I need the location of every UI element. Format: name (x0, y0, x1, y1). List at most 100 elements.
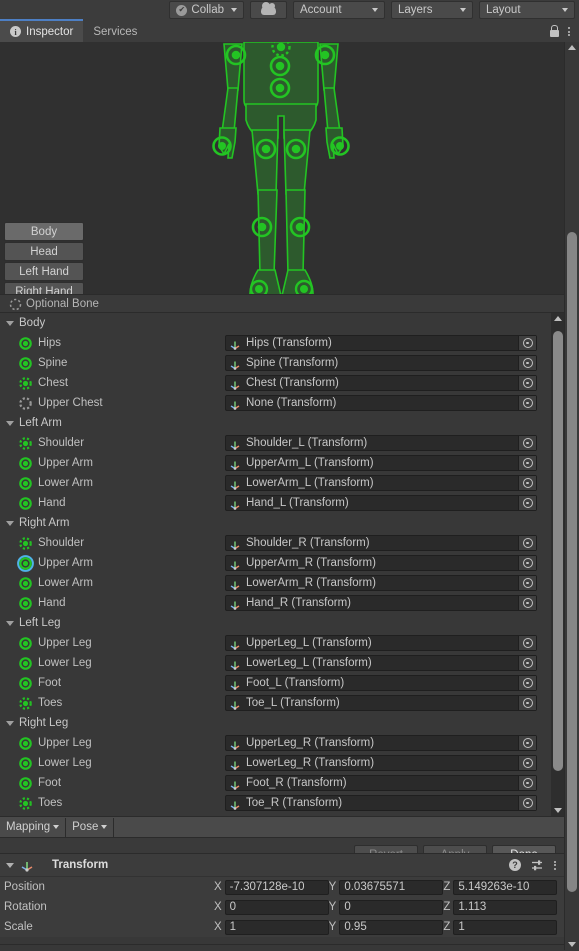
bone-row[interactable]: Upper Leg UpperLeg_L (Transform) (0, 633, 551, 653)
bone-object-field[interactable]: Hand_R (Transform) (225, 595, 537, 611)
object-picker-button[interactable] (518, 556, 536, 570)
bone-object-field[interactable]: LowerArm_R (Transform) (225, 575, 537, 591)
bone-row[interactable]: Toes Toe_L (Transform) (0, 693, 551, 713)
bone-row[interactable]: Lower Leg LowerLeg_R (Transform) (0, 753, 551, 773)
bone-state-toggle[interactable] (17, 675, 34, 692)
help-icon[interactable]: ? (509, 859, 521, 871)
layers-button[interactable]: Layers (391, 1, 473, 19)
bone-row[interactable]: Shoulder Shoulder_L (Transform) (0, 433, 551, 453)
bone-state-toggle[interactable] (17, 495, 34, 512)
bone-list-scrollbar[interactable] (551, 313, 565, 816)
transform-x-field[interactable]: 0 (224, 899, 329, 915)
object-picker-button[interactable] (518, 796, 536, 810)
category-button-left-hand[interactable]: Left Hand (4, 262, 84, 281)
bone-state-toggle[interactable] (17, 795, 34, 812)
bone-row[interactable]: Chest Chest (Transform) (0, 373, 551, 393)
bone-row[interactable]: Upper Arm UpperArm_R (Transform) (0, 553, 551, 573)
transform-x-field[interactable]: -7.307128e-10 (224, 879, 329, 895)
transform-y-field[interactable]: 0.95 (339, 919, 444, 935)
bone-object-field[interactable]: UpperLeg_L (Transform) (225, 635, 537, 651)
bone-row[interactable]: Shoulder Shoulder_R (Transform) (0, 533, 551, 553)
bone-row[interactable]: Toes Toe_R (Transform) (0, 793, 551, 813)
bone-object-field[interactable]: Foot_L (Transform) (225, 675, 537, 691)
bone-object-field[interactable]: Shoulder_L (Transform) (225, 435, 537, 451)
bone-state-toggle[interactable] (17, 455, 34, 472)
bone-state-toggle[interactable] (17, 395, 34, 412)
kebab-menu-icon[interactable] (568, 27, 570, 36)
bone-state-toggle[interactable] (17, 775, 34, 792)
bone-object-field[interactable]: Spine (Transform) (225, 355, 537, 371)
object-picker-button[interactable] (518, 776, 536, 790)
bone-object-field[interactable]: Shoulder_R (Transform) (225, 535, 537, 551)
tab-services[interactable]: Services (83, 21, 147, 42)
preset-settings-icon[interactable] (531, 859, 544, 872)
bone-row[interactable]: Foot Foot_L (Transform) (0, 673, 551, 693)
account-button[interactable]: Account (293, 1, 385, 19)
category-button-body[interactable]: Body (4, 222, 84, 241)
bone-object-field[interactable]: UpperArm_R (Transform) (225, 555, 537, 571)
bone-object-field[interactable]: Toe_L (Transform) (225, 695, 537, 711)
scroll-down-arrow-icon[interactable] (568, 942, 576, 947)
collapse-triangle-icon[interactable] (6, 320, 14, 326)
avatar-preview[interactable]: Body Head Left Hand Right Hand (0, 42, 565, 294)
lock-icon[interactable] (550, 24, 559, 37)
object-picker-button[interactable] (518, 756, 536, 770)
bone-state-toggle[interactable] (17, 635, 34, 652)
layout-button[interactable]: Layout (479, 1, 575, 19)
inspector-scrollbar[interactable] (564, 42, 579, 950)
bone-state-toggle[interactable] (17, 535, 34, 552)
object-picker-button[interactable] (518, 656, 536, 670)
object-picker-button[interactable] (518, 636, 536, 650)
object-picker-button[interactable] (518, 536, 536, 550)
scrollbar-thumb[interactable] (553, 331, 563, 771)
object-picker-button[interactable] (518, 476, 536, 490)
bone-object-field[interactable]: LowerLeg_R (Transform) (225, 755, 537, 771)
avatar-humanoid-figure[interactable] (0, 42, 565, 294)
bone-row[interactable]: Lower Arm LowerArm_R (Transform) (0, 573, 551, 593)
object-picker-button[interactable] (518, 596, 536, 610)
transform-z-field[interactable]: 1.113 (453, 899, 558, 915)
object-picker-button[interactable] (518, 396, 536, 410)
bone-group-header[interactable]: Left Arm (0, 413, 551, 433)
object-picker-button[interactable] (518, 676, 536, 690)
transform-header[interactable]: Transform ? (0, 854, 565, 877)
bone-row[interactable]: Foot Foot_R (Transform) (0, 773, 551, 793)
bone-group-header[interactable]: Right Leg (0, 713, 551, 733)
object-picker-button[interactable] (518, 376, 536, 390)
bone-state-toggle[interactable] (17, 575, 34, 592)
bone-state-toggle[interactable] (17, 695, 34, 712)
bone-group-header[interactable]: Body (0, 313, 551, 333)
bone-row[interactable]: Hand Hand_L (Transform) (0, 493, 551, 513)
bone-object-field[interactable]: Hips (Transform) (225, 335, 537, 351)
bone-state-toggle[interactable] (17, 475, 34, 492)
transform-y-field[interactable]: 0 (339, 899, 444, 915)
collapse-triangle-icon[interactable] (6, 520, 14, 526)
bone-row[interactable]: Upper Arm UpperArm_L (Transform) (0, 453, 551, 473)
collapse-triangle-icon[interactable] (6, 620, 14, 626)
bone-state-toggle[interactable] (17, 595, 34, 612)
pose-dropdown[interactable]: Pose (66, 817, 115, 837)
bone-object-field[interactable]: LowerArm_L (Transform) (225, 475, 537, 491)
bone-row[interactable]: Hand Hand_R (Transform) (0, 593, 551, 613)
scrollbar-thumb[interactable] (567, 232, 577, 892)
bone-row[interactable]: Upper Leg UpperLeg_R (Transform) (0, 733, 551, 753)
bone-object-field[interactable]: Foot_R (Transform) (225, 775, 537, 791)
bone-object-field[interactable]: Toe_R (Transform) (225, 795, 537, 811)
bone-group-header[interactable]: Left Leg (0, 613, 551, 633)
object-picker-button[interactable] (518, 496, 536, 510)
object-picker-button[interactable] (518, 576, 536, 590)
transform-y-field[interactable]: 0.03675571 (339, 879, 444, 895)
scroll-up-arrow-icon[interactable] (568, 45, 576, 50)
bone-row[interactable]: Spine Spine (Transform) (0, 353, 551, 373)
category-button-right-hand[interactable]: Right Hand (4, 282, 84, 294)
bone-state-toggle[interactable] (17, 335, 34, 352)
transform-z-field[interactable]: 1 (453, 919, 558, 935)
mapping-dropdown[interactable]: Mapping (0, 817, 67, 837)
bone-row[interactable]: Lower Arm LowerArm_L (Transform) (0, 473, 551, 493)
bone-state-toggle[interactable] (17, 375, 34, 392)
bone-object-field[interactable]: UpperLeg_R (Transform) (225, 735, 537, 751)
transform-z-field[interactable]: 5.149263e-10 (453, 879, 558, 895)
transform-x-field[interactable]: 1 (224, 919, 329, 935)
bone-object-field[interactable]: UpperArm_L (Transform) (225, 455, 537, 471)
collapse-triangle-icon[interactable] (6, 720, 14, 726)
